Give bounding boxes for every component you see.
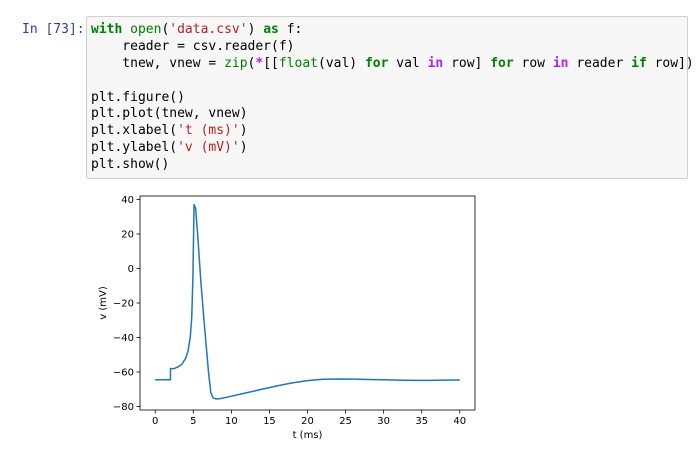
input-prompt: In [73]:	[22, 22, 85, 37]
code-token: open	[130, 22, 162, 37]
code-token: reader	[568, 55, 632, 71]
code-token: )	[247, 22, 264, 37]
y-axis-label: v (mV)	[98, 286, 109, 320]
code-token: in	[427, 55, 444, 71]
code-line: plt.figure()	[91, 90, 683, 107]
code-token: for	[364, 55, 389, 71]
code-token: )	[239, 140, 248, 156]
y-tick-label: −20	[113, 299, 134, 310]
code-token: plt.plot(tnew, vnew)	[91, 106, 248, 122]
code-token: plt.show()	[91, 157, 170, 173]
x-tick-label: 20	[301, 416, 314, 427]
x-tick-label: 10	[225, 416, 238, 427]
code-line: tnew, vnew = zip(*[[float(val) for val i…	[91, 55, 693, 73]
code-token: (val)	[318, 55, 365, 71]
code-token: )	[239, 123, 248, 139]
code-token: [[	[263, 55, 279, 71]
code-token: val	[388, 55, 428, 71]
y-tick-label: 0	[128, 264, 134, 275]
x-tick-label: 5	[190, 416, 196, 427]
x-tick-label: 35	[415, 416, 428, 427]
line-chart: 0 5 10 15 20 25 30 35 40 −80 −60 −40 −20 0 20 40 t (ms) v…	[98, 195, 476, 441]
x-tick-label: 30	[377, 416, 390, 427]
code-token: with	[91, 22, 123, 37]
x-tick-label: 40	[453, 416, 466, 427]
code-token: float	[278, 55, 318, 71]
code-line: reader = csv.reader(f)	[91, 39, 683, 56]
code-token: 'v (mV)'	[177, 140, 240, 156]
x-tick-label: 25	[339, 416, 352, 427]
code-token: for	[490, 55, 514, 71]
x-tick-label: 15	[263, 416, 276, 427]
code-token: row	[513, 55, 553, 71]
code-token: 't (ms)'	[177, 123, 240, 139]
code-token: as	[263, 22, 279, 37]
y-tick-label: 20	[121, 229, 134, 240]
plot-frame	[139, 195, 476, 411]
code-editor[interactable]: with open('data.csv') as f: reader = csv…	[87, 17, 694, 174]
code-token: plt.ylabel(	[91, 140, 178, 156]
x-axis-label: t (ms)	[293, 430, 323, 441]
code-token: in	[552, 55, 569, 71]
code-token: plt.xlabel(	[91, 123, 178, 139]
code-token: row]	[443, 55, 491, 71]
code-cell-input[interactable]: with open('data.csv') as f: reader = csv…	[86, 16, 694, 179]
voltage-trace-line	[155, 203, 460, 400]
code-token: row])	[646, 55, 694, 71]
code-token: plt.figure()	[91, 89, 185, 105]
code-token: reader = csv.reader(f)	[91, 38, 295, 54]
y-tick-label: −80	[113, 402, 134, 413]
code-line: plt.xlabel('t (ms)')	[91, 123, 683, 140]
y-tick-label: −40	[113, 333, 134, 344]
code-token: f:	[278, 22, 303, 37]
code-line: plt.plot(tnew, vnew)	[91, 106, 683, 123]
x-tick-label: 0	[152, 416, 158, 427]
code-token: tnew, vnew =	[91, 55, 225, 71]
code-token: zip	[224, 55, 248, 71]
code-line: plt.show()	[91, 157, 683, 174]
y-tick-label: 40	[121, 195, 134, 206]
code-line: plt.ylabel('v (mV)')	[91, 140, 683, 157]
y-tick-label: −60	[113, 368, 134, 379]
code-token: 'data.csv'	[169, 22, 248, 37]
code-token: if	[631, 55, 647, 71]
code-line: with open('data.csv') as f:	[91, 22, 683, 39]
